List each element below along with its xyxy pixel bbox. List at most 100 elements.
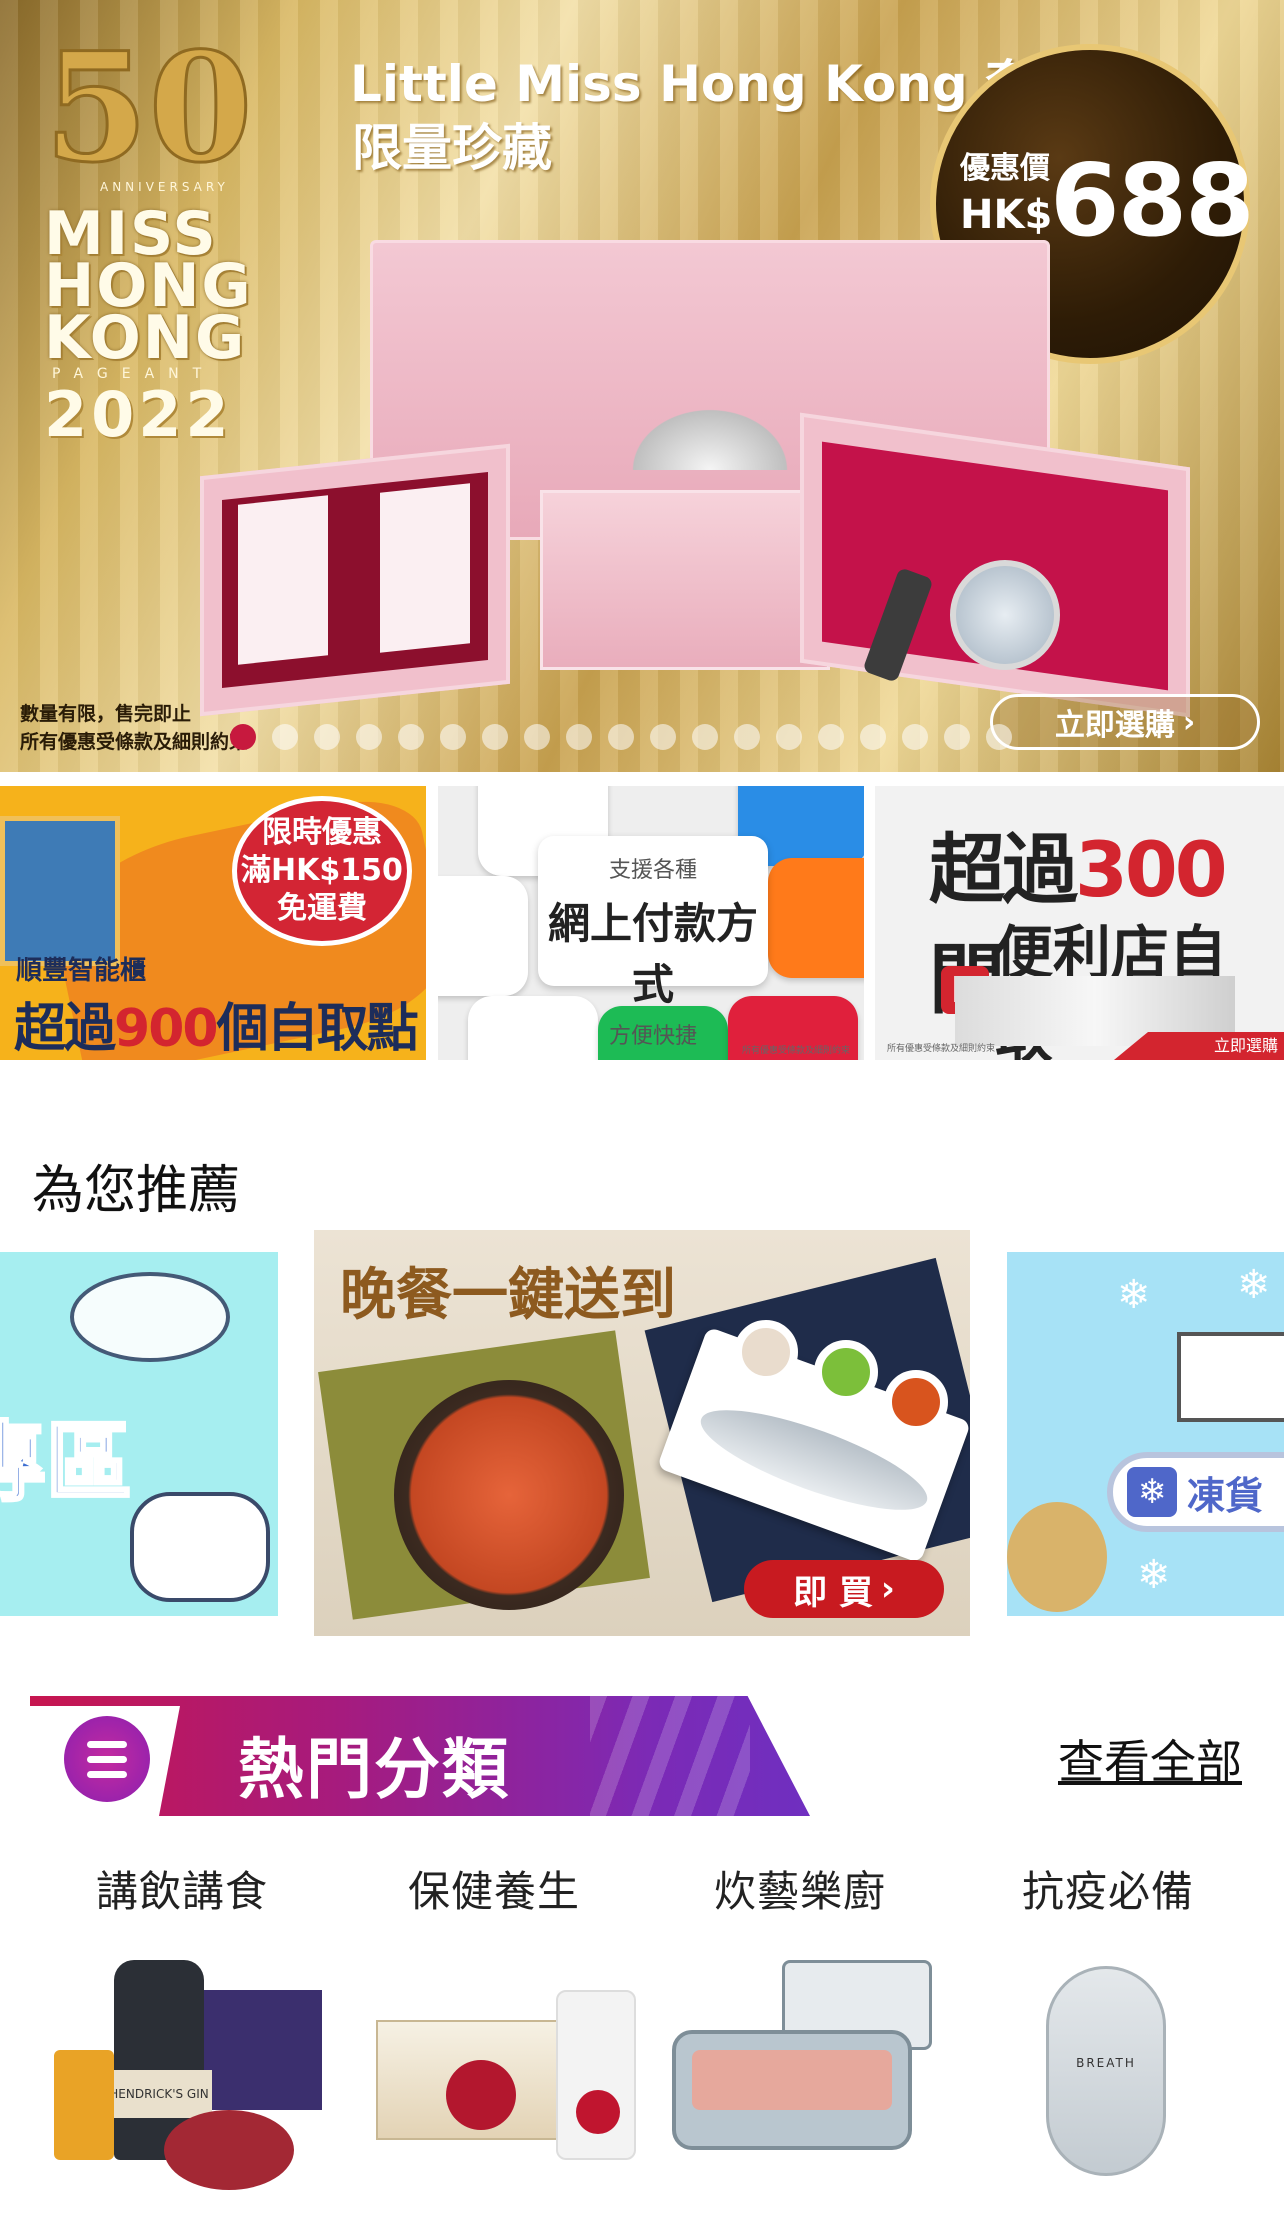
snowflake-icon: ❄: [1137, 1552, 1171, 1598]
headline-text: 超過: [929, 825, 1078, 914]
carousel-dot[interactable]: [272, 724, 298, 750]
carousel-dot[interactable]: [356, 724, 382, 750]
carousel-dot[interactable]: [482, 724, 508, 750]
buy-label: 即 買: [793, 1572, 873, 1613]
carousel-dot[interactable]: [524, 724, 550, 750]
carousel-dot[interactable]: [440, 724, 466, 750]
payment-line: 方便快捷: [608, 1024, 697, 1049]
earring-card-image: [238, 495, 328, 665]
badge-line: 滿HK$150: [241, 853, 403, 888]
carousel-dot[interactable]: [860, 724, 886, 750]
logo-wordmark: MISS HONG KONG: [44, 204, 284, 368]
delivery-truck-image: [1177, 1332, 1284, 1422]
promo-payment-methods[interactable]: 支援各種 網上付款方式 方便快捷 所有優惠受條款及細則約束: [438, 786, 864, 1060]
gin-label: HENDRICK'S GIN: [106, 2070, 212, 2118]
headline-text: 個自取點: [216, 999, 419, 1059]
headline-text: 超過: [14, 999, 116, 1059]
sauce-bowl-image: [814, 1340, 878, 1404]
price-label: 優惠價: [960, 151, 1050, 186]
headline-number: 900: [114, 999, 219, 1059]
frozen-label-text: 凍貨: [1187, 1473, 1264, 1518]
promo-headline: 超過900個自取點: [14, 986, 419, 1060]
pomegranate-image: [576, 2090, 620, 2134]
category-anti-epidemic[interactable]: 抗疫必備: [958, 1858, 1258, 1919]
price-currency: HK$: [960, 192, 1053, 238]
hero-terms-note: 數量有限，售完即止 所有優惠受條款及細則約束: [20, 700, 248, 756]
snowflake-icon: ❄: [1117, 1272, 1151, 1318]
promo-sf-locker[interactable]: 限時優惠 滿HK$150 免運費 順豐智能櫃 超過900個自取點: [0, 786, 426, 1060]
recommend-card-dinner[interactable]: 晚餐一鍵送到 即 買 ›: [314, 1230, 970, 1636]
carousel-dot[interactable]: [650, 724, 676, 750]
note-line: 數量有限，售完即止: [20, 703, 192, 725]
card-headline: 晚餐一鍵送到: [340, 1263, 676, 1328]
crown-image: [620, 400, 800, 470]
category-label: 抗疫必備: [1021, 1867, 1194, 1916]
category-label: 講飲講食: [95, 1867, 268, 1916]
category-image-food[interactable]: HENDRICK'S GIN: [44, 1960, 344, 2190]
badge-line: 免運費: [277, 891, 367, 926]
pomegranate-image: [446, 2060, 516, 2130]
category-label: 保健養生: [407, 1867, 580, 1916]
carousel-pagination[interactable]: [230, 724, 1012, 750]
recommend-card-sanitizer[interactable]: 專區: [0, 1252, 278, 1616]
carousel-dot[interactable]: [944, 724, 970, 750]
handwash-illustration: [130, 1492, 270, 1602]
carousel-dot[interactable]: [986, 724, 1012, 750]
promo-subtitle: 順豐智能櫃: [16, 956, 147, 986]
badge-line: 限時優惠: [262, 815, 382, 850]
category-kitchen[interactable]: 炊藝樂廚: [650, 1858, 950, 1919]
snowflake-icon: ❄: [1237, 1262, 1271, 1308]
category-image-mask[interactable]: BREATH: [1046, 1960, 1176, 2190]
chevron-right-icon: ›: [1182, 704, 1196, 740]
tap-and-go-icon: [768, 858, 864, 978]
sauce-bowl-image: [734, 1320, 798, 1384]
mastercard-icon: [438, 876, 528, 996]
carousel-dot[interactable]: [566, 724, 592, 750]
svg-text:50: 50: [44, 30, 253, 180]
note-line: 所有優惠受條款及細則約束: [20, 731, 249, 753]
carousel-dot[interactable]: [314, 724, 340, 750]
carousel-dot[interactable]: [692, 724, 718, 750]
juice-pouch-image: [556, 1990, 636, 2160]
payment-headline: 網上付款方式: [547, 899, 758, 1009]
hero-banner[interactable]: 50 ANNIVERSARY MISS HONG KONG PAGEANT 20…: [0, 0, 1284, 772]
meat-image: [692, 2050, 892, 2110]
mask-brand: BREATH: [1076, 2056, 1136, 2070]
seafood-pot-image: [394, 1380, 624, 1610]
carousel-dot[interactable]: [776, 724, 802, 750]
payment-message-card: 支援各種 網上付款方式 方便快捷: [538, 836, 768, 1049]
payment-line: 支援各種: [608, 858, 697, 883]
carousel-dot[interactable]: [734, 724, 760, 750]
category-image-kitchen[interactable]: [672, 1960, 934, 2190]
tiara-card-image: [380, 483, 470, 653]
see-all-link[interactable]: 查看全部: [1058, 1726, 1242, 1792]
chevron-right-icon: ›: [880, 1569, 895, 1609]
buy-strip-label: 立即選購: [1213, 1036, 1278, 1055]
poultry-image: [1007, 1502, 1107, 1612]
price-value: 688: [1050, 142, 1255, 259]
category-health[interactable]: 保健養生: [344, 1858, 644, 1919]
category-image-health[interactable]: [376, 1960, 646, 2190]
fine-print: 所有優惠受條款及細則約束: [741, 1046, 850, 1056]
category-food-drink[interactable]: 講飲講食: [32, 1858, 332, 1919]
headline-number: 300: [1075, 825, 1228, 914]
recommend-card-frozen[interactable]: ❄ ❄ ❄ ❄ 凍貨: [1007, 1252, 1284, 1616]
carousel-dot[interactable]: [902, 724, 928, 750]
smart-locker-image: [0, 816, 120, 966]
carousel-dot[interactable]: [818, 724, 844, 750]
free-shipping-badge: 限時優惠 滿HK$150 免運費: [232, 796, 412, 946]
buy-now-label: 立即選購: [1054, 708, 1175, 743]
category-label: 炊藝樂廚: [713, 1867, 886, 1916]
carousel-dot[interactable]: [398, 724, 424, 750]
logo-year: 2022: [44, 378, 233, 451]
spray-illustration: [70, 1272, 230, 1362]
section-title-hot: 熱門分類: [238, 1731, 510, 1808]
carousel-dot[interactable]: [608, 724, 634, 750]
carousel-dot[interactable]: [230, 724, 256, 750]
promo-circle-k-pickup[interactable]: 超過300間 K 便利店自取 所有優惠受條款及細則約束 立即選購: [875, 786, 1284, 1060]
miss-hong-kong-50-logo: 50: [43, 30, 255, 180]
buy-now-button[interactable]: 即 買 ›: [744, 1560, 944, 1618]
gift-box-drawer-image: [540, 490, 830, 670]
hero-subtitle: 限量珍藏: [352, 119, 552, 177]
buy-now-button[interactable]: 立即選購 ›: [990, 694, 1260, 750]
